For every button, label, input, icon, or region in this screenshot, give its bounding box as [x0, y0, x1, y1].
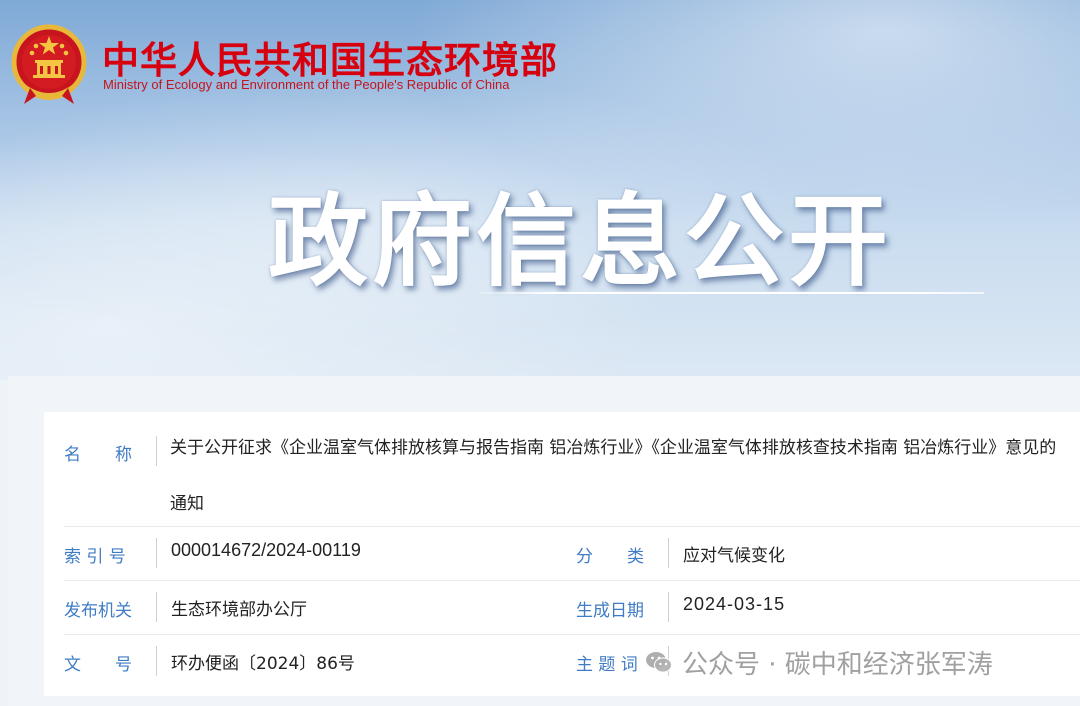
section-title: 政府信息公开: [268, 183, 892, 300]
info-row-issuer: 发布机关 生态环境部办公厅 生成日期 2024-03-15: [64, 580, 1080, 635]
doc-no-label: 文 号: [64, 655, 132, 675]
doc-no-value: 环办便函〔2024〕86号: [171, 654, 355, 674]
date-value: 2024-03-15: [683, 594, 786, 614]
issuer-value: 生态环境部办公厅: [171, 600, 307, 620]
separator: [156, 436, 157, 466]
keywords-label: 主 题 词: [576, 655, 638, 675]
info-row-index: 索 引 号 000014672/2024-00119 分 类 应对气候变化: [64, 526, 1080, 581]
header-banner: 中华人民共和国生态环境部 Ministry of Ecology and Env…: [0, 0, 1080, 380]
watermark: 公众号 · 碳中和经济张军涛: [644, 642, 993, 682]
name-label: 名 称: [64, 445, 132, 465]
ministry-name-en: Ministry of Ecology and Environment of t…: [103, 77, 510, 92]
category-value: 应对气候变化: [683, 546, 785, 566]
issuer-label: 发布机关: [64, 601, 132, 621]
category-label: 分 类: [576, 547, 644, 567]
separator: [668, 538, 669, 568]
index-label: 索 引 号: [64, 547, 126, 567]
ministry-name-cn[interactable]: 中华人民共和国生态环境部: [102, 30, 558, 84]
national-emblem-icon: [11, 24, 87, 104]
separator: [668, 592, 669, 622]
watermark-text: 公众号 · 碳中和经济张军涛: [682, 649, 993, 680]
separator: [156, 538, 157, 568]
wechat-icon: [646, 652, 672, 673]
separator: [156, 592, 157, 622]
title-underline: [478, 292, 984, 294]
date-label: 生成日期: [576, 601, 644, 621]
separator: [156, 646, 157, 676]
document-title: 关于公开征求《企业温室气体排放核算与报告指南 铝冶炼行业》《企业温室气体排放核查…: [170, 438, 1057, 514]
info-row-name: 名 称 关于公开征求《企业温室气体排放核算与报告指南 铝冶炼行业》《企业温室气体…: [64, 412, 1080, 527]
index-number: 000014672/2024-00119: [171, 540, 361, 560]
